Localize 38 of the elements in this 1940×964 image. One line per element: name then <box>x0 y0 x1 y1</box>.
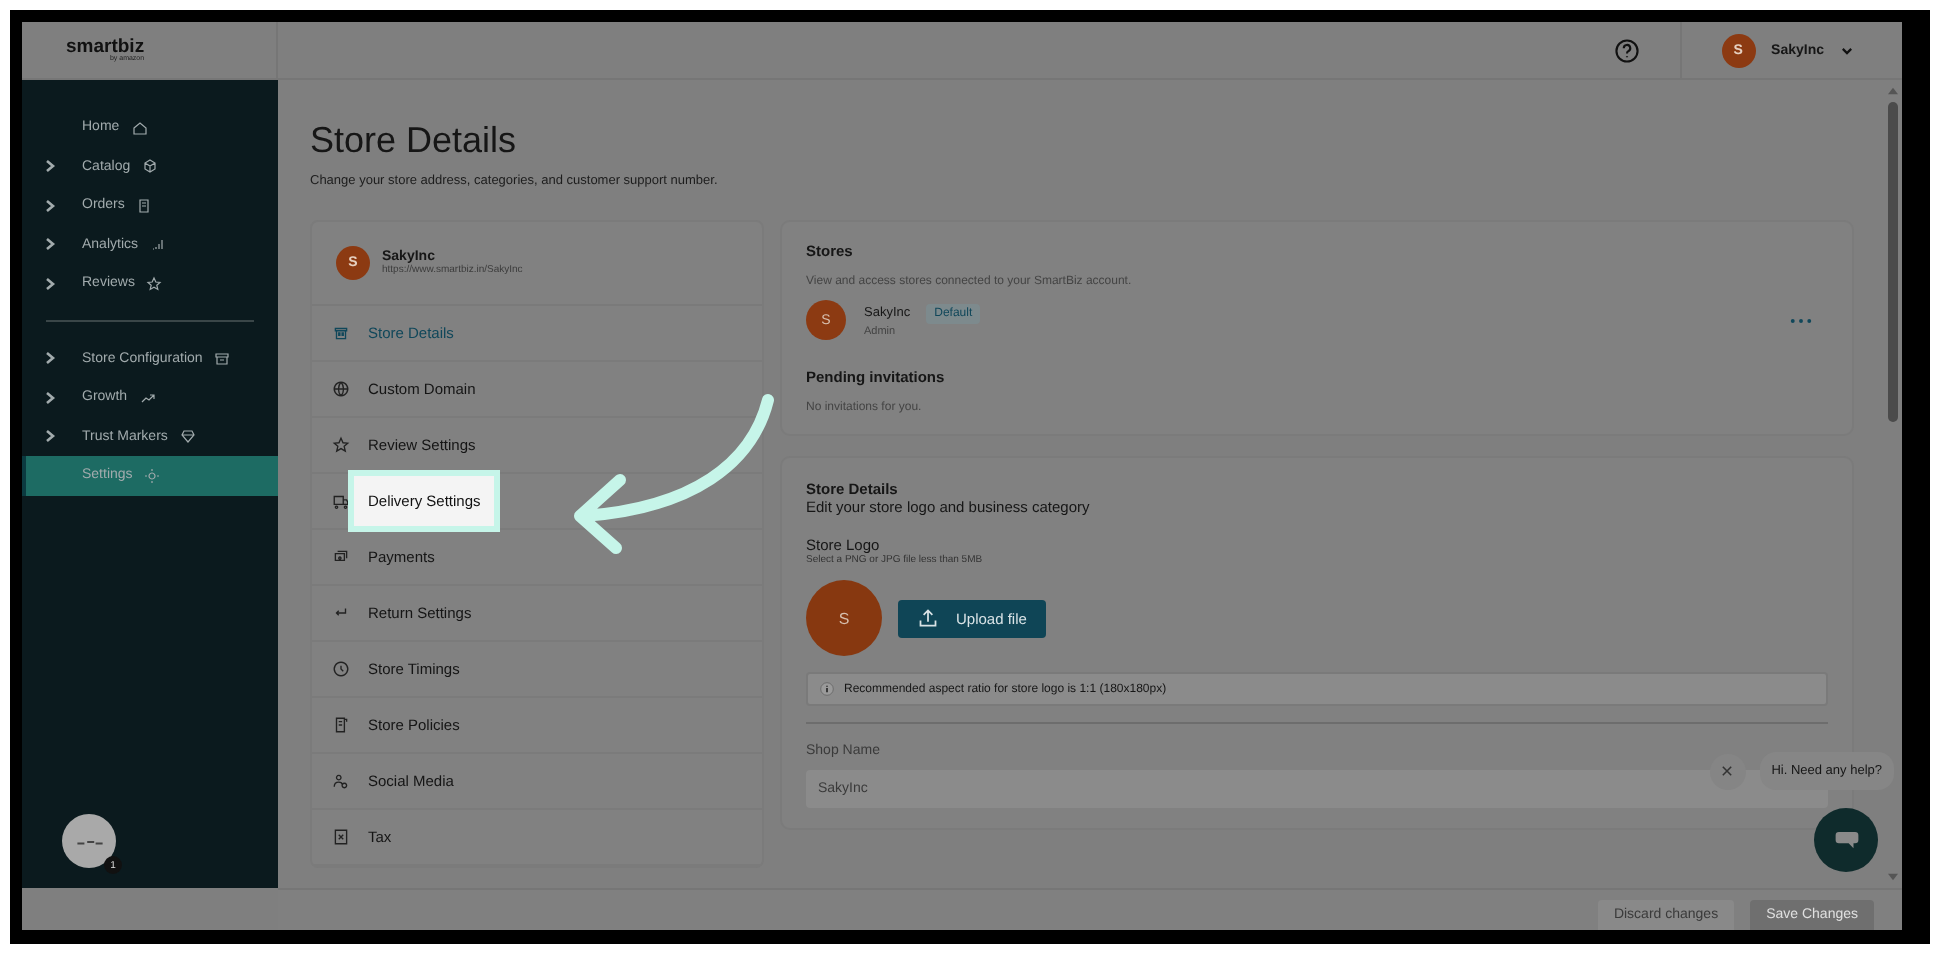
chevron-right-icon <box>42 389 58 406</box>
menu-glyph-icon <box>146 275 163 292</box>
scroll-up-icon[interactable] <box>1885 86 1899 96</box>
menu-glyph-icon <box>136 197 153 214</box>
menu-glyph-icon <box>332 660 350 678</box>
chevron-right-icon <box>42 197 58 214</box>
menu-glyph-icon <box>332 716 350 734</box>
chevron-right-icon <box>42 158 58 175</box>
chevron-down-icon <box>1840 43 1854 57</box>
menu-glyph-icon <box>131 119 148 136</box>
menu-glyph-icon <box>332 548 350 566</box>
menu-glyph-icon <box>144 467 161 484</box>
chevron-right-icon <box>42 350 58 367</box>
more-options-icon[interactable] <box>1790 317 1812 323</box>
menu-glyph-icon <box>332 380 350 398</box>
chevron-right-icon <box>42 275 58 292</box>
chevron-right-icon <box>42 428 58 445</box>
menu-glyph-icon <box>332 324 350 342</box>
menu-glyph-icon <box>139 389 156 406</box>
upload-icon <box>918 608 938 628</box>
help-icon[interactable] <box>1613 37 1640 63</box>
menu-glyph-icon <box>332 828 350 846</box>
scrollbar-thumb[interactable] <box>1887 102 1897 422</box>
menu-glyph-icon <box>332 492 350 510</box>
menu-glyph-icon <box>214 350 231 367</box>
close-icon <box>1720 764 1735 778</box>
menu-glyph-icon <box>332 436 350 454</box>
scroll-down-icon[interactable] <box>1885 872 1899 882</box>
info-icon <box>820 682 834 696</box>
chat-button[interactable] <box>1814 808 1878 872</box>
chevron-right-icon <box>42 236 58 253</box>
menu-glyph-icon <box>332 772 350 790</box>
chat-icon <box>1833 830 1859 850</box>
page-title: Store Details <box>310 118 519 164</box>
menu-glyph-icon <box>142 158 159 175</box>
store-logo: S <box>806 580 882 656</box>
menu-glyph-icon <box>179 428 196 445</box>
menu-glyph-icon <box>150 236 167 253</box>
